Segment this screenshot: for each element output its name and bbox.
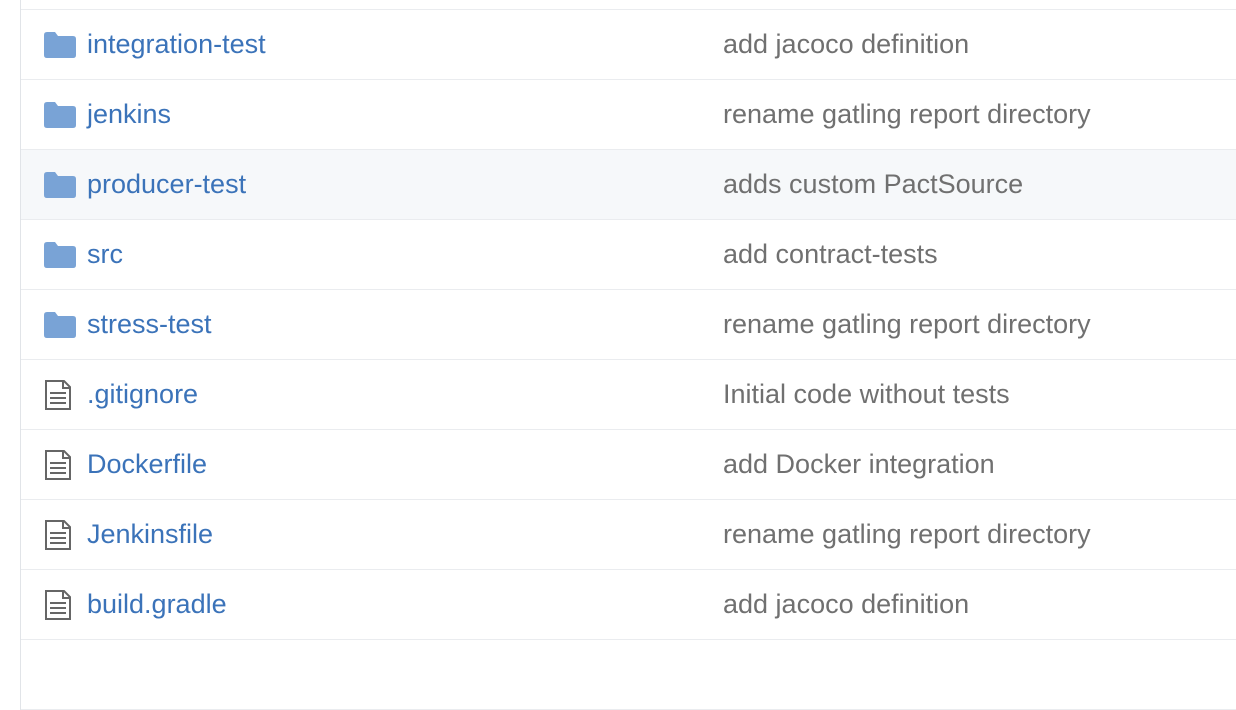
folder-icon <box>44 150 76 219</box>
file-name-link[interactable]: integration-test <box>87 10 266 79</box>
file-row[interactable] <box>21 639 1236 710</box>
file-name-link[interactable]: .gitignore <box>87 360 198 429</box>
file-name-link[interactable]: src <box>87 220 123 289</box>
folder-icon <box>44 290 76 359</box>
commit-message-link[interactable]: rename gatling report directory <box>723 80 1091 149</box>
file-row[interactable] <box>21 0 1236 9</box>
folder-icon <box>44 220 76 289</box>
commit-message-link[interactable]: add jacoco definition <box>723 570 969 639</box>
file-row[interactable]: integration-test add jacoco definition <box>21 9 1236 79</box>
commit-message-link[interactable]: rename gatling report directory <box>723 290 1091 359</box>
commit-message-link[interactable]: add Docker integration <box>723 430 995 499</box>
file-list-table: integration-test add jacoco definition j… <box>20 0 1236 710</box>
file-row[interactable]: src add contract-tests <box>21 219 1236 289</box>
file-name-link[interactable]: Jenkinsfile <box>87 500 213 569</box>
commit-message-link[interactable]: add contract-tests <box>723 220 938 289</box>
file-row[interactable]: stress-test rename gatling report direct… <box>21 289 1236 359</box>
file-name-link[interactable]: jenkins <box>87 80 171 149</box>
file-row[interactable]: build.gradle add jacoco definition <box>21 569 1236 639</box>
commit-message-link[interactable]: Initial code without tests <box>723 360 1010 429</box>
folder-icon <box>44 80 76 149</box>
file-row[interactable]: Dockerfile add Docker integration <box>21 429 1236 499</box>
file-name-link[interactable]: producer-test <box>87 150 246 219</box>
folder-icon <box>44 10 76 79</box>
file-text-icon <box>44 570 76 639</box>
file-text-icon <box>44 430 76 499</box>
file-row[interactable]: .gitignore Initial code without tests <box>21 359 1236 429</box>
commit-message-link[interactable]: adds custom PactSource <box>723 150 1023 219</box>
file-text-icon <box>44 360 76 429</box>
file-row[interactable]: jenkins rename gatling report directory <box>21 79 1236 149</box>
commit-message-link[interactable]: add jacoco definition <box>723 10 969 79</box>
file-text-icon <box>44 500 76 569</box>
file-name-link[interactable]: stress-test <box>87 290 212 359</box>
file-row[interactable]: Jenkinsfile rename gatling report direct… <box>21 499 1236 569</box>
file-name-link[interactable]: Dockerfile <box>87 430 207 499</box>
commit-message-link[interactable]: rename gatling report directory <box>723 500 1091 569</box>
file-row[interactable]: producer-test adds custom PactSource <box>21 149 1236 219</box>
file-name-link[interactable]: build.gradle <box>87 570 227 639</box>
